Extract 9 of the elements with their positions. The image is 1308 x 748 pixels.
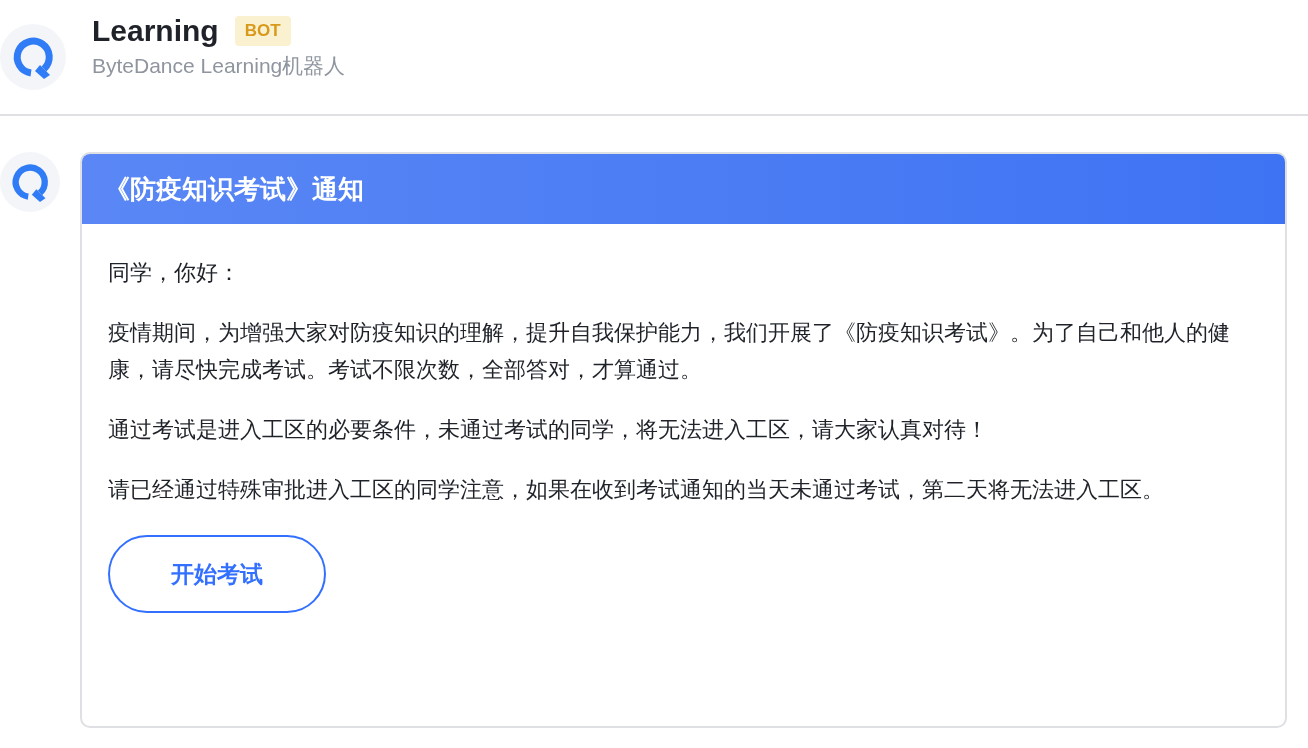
bot-subtitle: ByteDance Learning机器人 xyxy=(92,53,346,79)
start-exam-button[interactable]: 开始考试 xyxy=(108,535,326,613)
message-paragraph: 请已经通过特殊审批进入工区的同学注意，如果在收到考试通知的当天未通过考试，第二天将无法进入工区。 xyxy=(108,476,1165,504)
message-paragraph: 同学，你好： xyxy=(108,259,241,287)
message-paragraph: 疫情期间，为增强大家对防疫知识的理解，提升自我保护能力，我们开展了《防疫知识考试》。为了自己和他人的健康，请尽快完成考试。考试不限次数，全部答对，才算通过。 xyxy=(108,319,1231,384)
bot-name: Learning xyxy=(92,14,219,48)
bot-badge: BOT xyxy=(234,16,291,46)
card-title: 《防疫知识考试》通知 xyxy=(82,154,1285,224)
message-paragraph: 通过考试是进入工区的必要条件，未通过考试的同学，将无法进入工区，请大家认真对待！ xyxy=(108,416,989,444)
